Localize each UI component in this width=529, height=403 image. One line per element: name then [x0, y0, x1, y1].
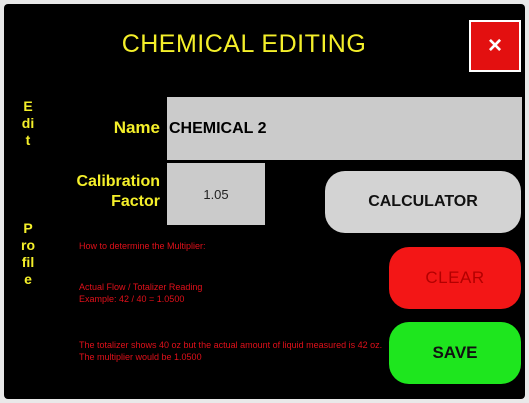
calibration-label-line1: Calibration: [76, 173, 160, 190]
edit-side-label: Edit: [21, 98, 35, 148]
calibration-value: 1.05: [203, 186, 229, 202]
profile-side-label: Profile: [21, 220, 35, 287]
help-example-line: Example: 42 / 40 = 1.0500: [79, 294, 185, 304]
calibration-factor-input[interactable]: 1.05: [167, 163, 265, 225]
close-button[interactable]: ×: [469, 20, 521, 72]
help-formula-line: Actual Flow / Totalizer Reading: [79, 282, 203, 292]
help-heading: How to determine the Multiplier:: [79, 241, 206, 251]
calibration-label-line2: Factor: [111, 193, 160, 210]
save-button[interactable]: SAVE: [389, 322, 521, 384]
calibration-factor-label: Calibration Factor: [38, 172, 160, 212]
close-icon: ×: [487, 32, 502, 59]
name-input[interactable]: CHEMICAL 2: [167, 97, 522, 160]
help-explanation: The totalizer shows 40 oz but the actual…: [79, 340, 383, 362]
page-title: CHEMICAL EDITING: [121, 30, 367, 58]
clear-button[interactable]: CLEAR: [389, 247, 521, 309]
screen: CHEMICAL EDITING × Edit Profile Name CHE…: [4, 4, 525, 399]
help-formula: Actual Flow / Totalizer Reading Example:…: [79, 281, 379, 305]
name-value: CHEMICAL 2: [169, 119, 267, 137]
calculator-button[interactable]: CALCULATOR: [325, 171, 521, 233]
name-label: Name: [113, 118, 160, 137]
